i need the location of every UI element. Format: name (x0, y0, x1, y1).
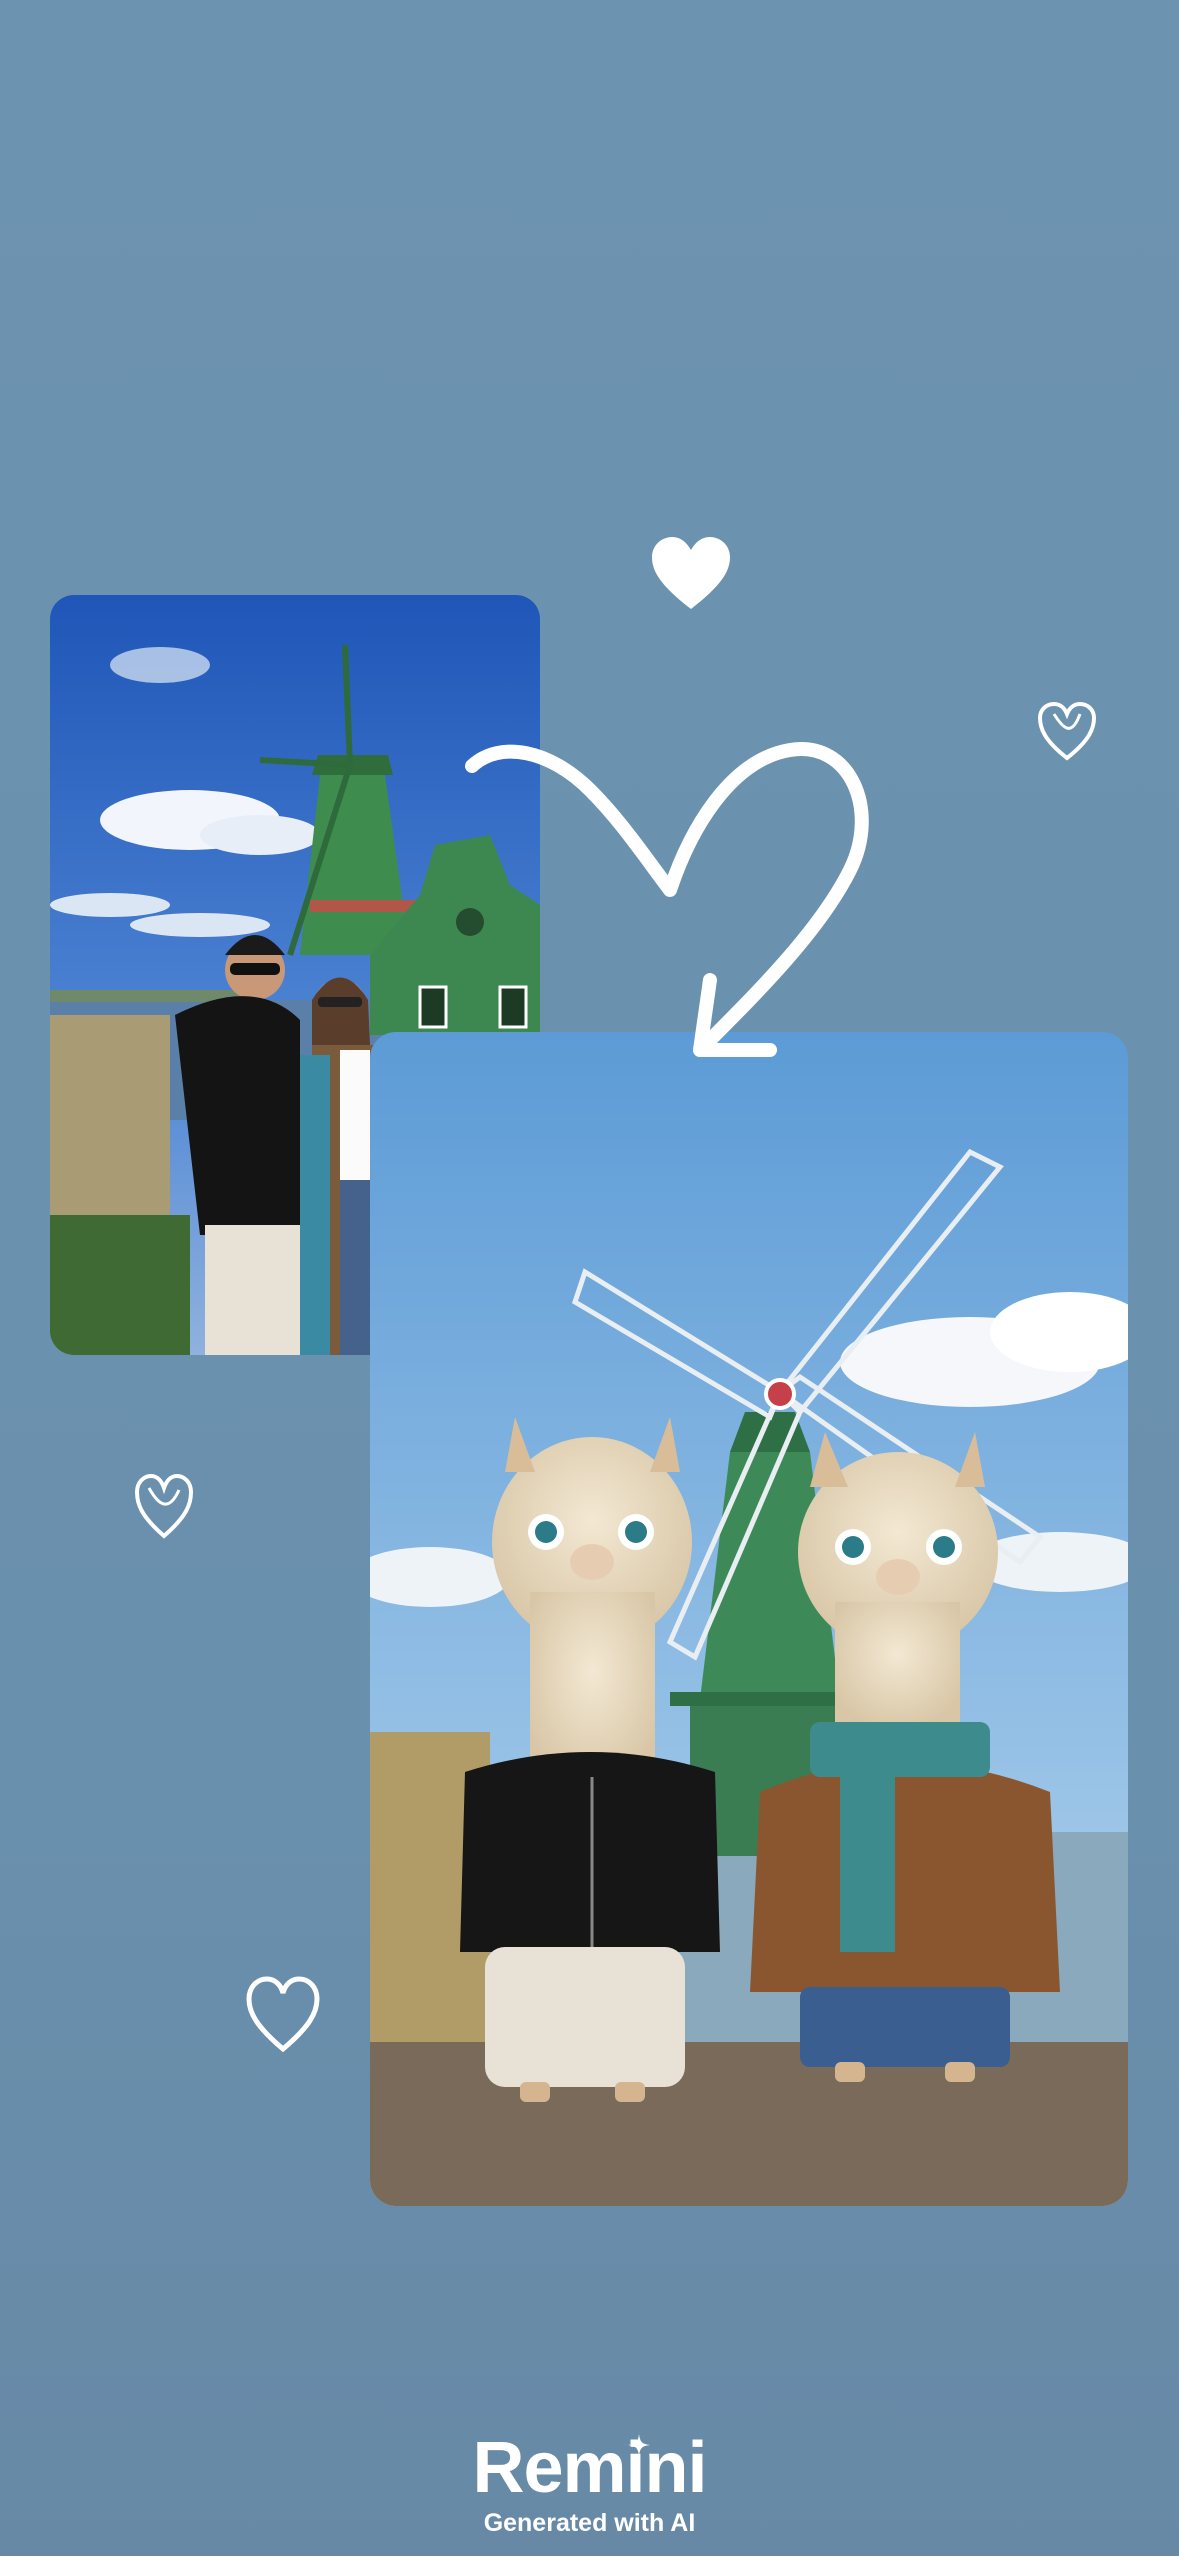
heart-icon (134, 1473, 194, 1539)
ai-generated-image (370, 1032, 1128, 2206)
heart-icon (1037, 701, 1097, 761)
heart-icon (246, 1976, 320, 2053)
curved-arrow-icon (465, 742, 869, 1057)
brand-name: Remini (472, 2428, 707, 2508)
brand-tagline: Generated with AI (483, 2509, 696, 2537)
heart-icon (652, 537, 730, 609)
brand-footer: Remini Generated with AI (0, 2432, 1179, 2538)
